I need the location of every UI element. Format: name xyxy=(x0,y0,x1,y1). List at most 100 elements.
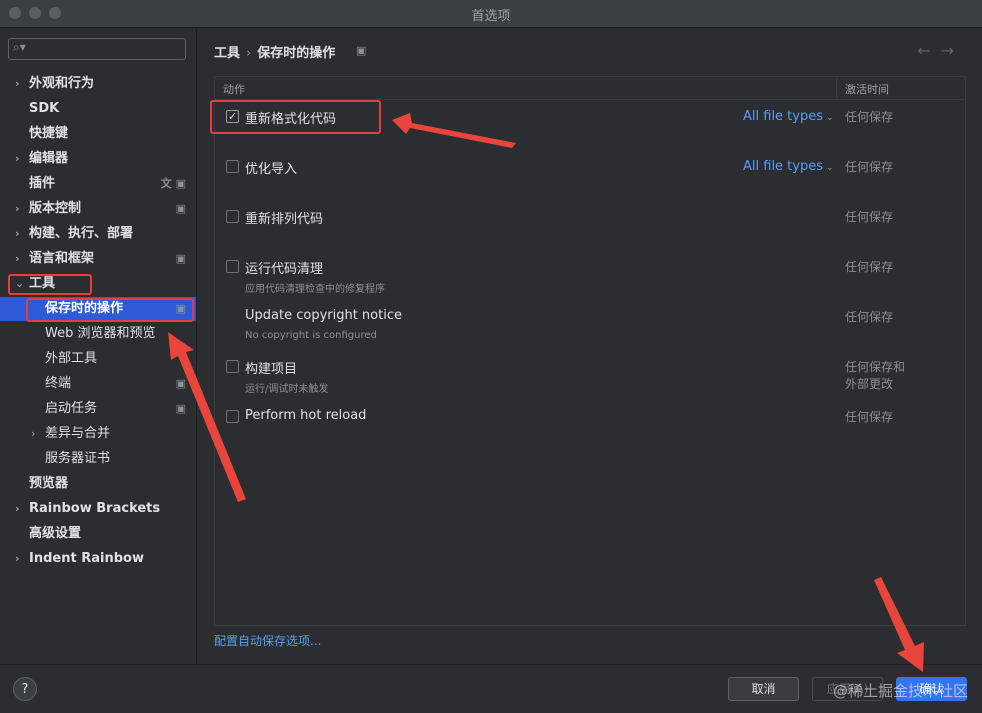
activation-trigger: 任何保存 xyxy=(845,110,894,124)
activation-trigger: 任何保存和 外部更改 xyxy=(845,360,906,391)
sidebar-item-label: 构建、执行、部署 xyxy=(29,226,134,241)
chevron-right-icon[interactable]: › xyxy=(31,422,35,446)
sidebar-item[interactable]: › 编辑器 xyxy=(0,147,196,171)
chevron-right-icon[interactable]: › xyxy=(15,72,20,96)
project-scope-icon: ▣ xyxy=(175,402,186,415)
sidebar-item-label: 外观和行为 xyxy=(29,76,95,91)
breadcrumb-parent[interactable]: 工具 xyxy=(214,46,240,61)
project-scope-icon: ▣ xyxy=(175,377,186,390)
help-button[interactable]: ? xyxy=(13,677,37,701)
file-types-dropdown[interactable]: All file types ⌄ xyxy=(743,109,834,124)
sidebar-item-label: 服务器证书 xyxy=(45,451,111,466)
action-checkbox[interactable] xyxy=(226,160,239,173)
chevron-right-icon[interactable]: › xyxy=(15,147,20,171)
action-name: Perform hot reload xyxy=(245,408,367,423)
back-arrow-icon[interactable]: ← xyxy=(917,41,940,60)
action-name: 重新排列代码 xyxy=(245,212,324,227)
table-row[interactable]: Update copyright notice No copyright is c… xyxy=(215,301,965,351)
annotation-box-reformat xyxy=(210,100,381,134)
sidebar-item[interactable]: 外部工具 xyxy=(0,347,196,371)
breadcrumb-current: 保存时的操作 xyxy=(257,46,336,61)
window-title: 首选项 xyxy=(471,9,511,24)
project-scope-icon: 文 ▣ xyxy=(160,177,186,190)
sidebar-item-label: 版本控制 xyxy=(29,201,82,216)
sidebar-item[interactable]: › 语言和框架 ▣ xyxy=(0,247,196,271)
activation-trigger: 任何保存 xyxy=(845,260,894,274)
sidebar-item[interactable]: › 版本控制 ▣ xyxy=(0,197,196,221)
table-row[interactable]: 重新排列代码 任何保存 xyxy=(215,201,965,251)
action-name: 优化导入 xyxy=(245,162,298,177)
sidebar-item[interactable]: 预览器 xyxy=(0,472,196,496)
sidebar-item-label: 编辑器 xyxy=(29,151,69,166)
annotation-box-actions-on-save xyxy=(26,298,194,322)
sidebar-item[interactable]: › 构建、执行、部署 xyxy=(0,222,196,246)
file-types-dropdown[interactable]: All file types ⌄ xyxy=(743,159,834,174)
table-row[interactable]: Perform hot reload 任何保存 xyxy=(215,401,965,451)
sidebar-item-label: Web 浏览器和预览 xyxy=(45,326,156,341)
annotation-box-tools xyxy=(8,274,92,295)
actions-table: 动作 激活时间 ✓ 重新格式化代码 All file types ⌄ 任何保存 优化导入 A… xyxy=(214,76,966,626)
sidebar-item-label: 高级设置 xyxy=(29,526,82,541)
sidebar-item-label: 差异与合并 xyxy=(45,426,111,441)
sidebar-item[interactable]: SDK xyxy=(0,97,196,121)
title-bar: 首选项 xyxy=(0,0,982,28)
table-row[interactable]: 运行代码清理应用代码清理检查中的修复程序 任何保存 xyxy=(215,251,965,301)
table-header: 动作 激活时间 xyxy=(215,77,965,100)
chevron-right-icon[interactable]: › xyxy=(15,547,20,571)
sidebar-item-label: Indent Rainbow xyxy=(29,551,144,566)
action-description: 应用代码清理检查中的修复程序 xyxy=(245,284,385,295)
sidebar-item[interactable]: 高级设置 xyxy=(0,522,196,546)
action-name: 运行代码清理 xyxy=(245,262,324,277)
sidebar-item[interactable]: › Rainbow Brackets xyxy=(0,497,196,521)
sidebar-item[interactable]: 快捷键 xyxy=(0,122,196,146)
chevron-right-icon[interactable]: › xyxy=(15,247,20,271)
sidebar-item-label: SDK xyxy=(29,101,60,116)
sidebar-item-label: Rainbow Brackets xyxy=(29,501,161,516)
column-divider xyxy=(836,77,837,99)
sidebar-item-label: 插件 xyxy=(29,176,56,191)
table-row[interactable]: 优化导入 All file types ⌄ 任何保存 xyxy=(215,151,965,201)
sidebar-item-label: 终端 xyxy=(45,376,72,391)
sidebar-item[interactable]: › 外观和行为 xyxy=(0,72,196,96)
activation-trigger: 任何保存 xyxy=(845,210,894,224)
chevron-right-icon[interactable]: › xyxy=(15,197,20,221)
sidebar-item-label: 快捷键 xyxy=(29,126,69,141)
action-checkbox[interactable] xyxy=(226,210,239,223)
search-icon: ⌕▾ xyxy=(13,40,26,54)
sidebar-item-label: 启动任务 xyxy=(45,401,98,416)
search-input[interactable]: ⌕▾ xyxy=(8,38,186,60)
chevron-right-icon[interactable]: › xyxy=(15,222,20,246)
configure-autosave-link[interactable]: 配置自动保存选项... xyxy=(214,632,321,649)
sidebar-item[interactable]: 启动任务 ▣ xyxy=(0,397,196,421)
sidebar-item[interactable]: › 差异与合并 xyxy=(0,422,196,446)
project-scope-icon: ▣ xyxy=(175,202,186,215)
breadcrumb: 工具 › 保存时的操作 xyxy=(214,42,335,61)
action-checkbox[interactable] xyxy=(226,260,239,273)
sidebar-item-label: 外部工具 xyxy=(45,351,98,366)
sidebar-item-label: 语言和框架 xyxy=(29,251,95,266)
activation-trigger: 任何保存 xyxy=(845,410,894,424)
sidebar-item[interactable]: 终端 ▣ xyxy=(0,372,196,396)
column-header-trigger: 激活时间 xyxy=(845,83,889,96)
sidebar-item[interactable]: › Indent Rainbow xyxy=(0,547,196,571)
action-description: 运行/调试时未触发 xyxy=(245,384,329,395)
sidebar-item[interactable]: 插件 文 ▣ xyxy=(0,172,196,196)
table-row[interactable]: 构建项目 运行/调试时未触发 任何保存和 外部更改 xyxy=(215,351,965,401)
project-scope-icon: ▣ xyxy=(356,44,367,57)
project-scope-icon: ▣ xyxy=(175,252,186,265)
settings-sidebar: ⌕▾ › 外观和行为 SDK 快捷键 › 编辑器 插件文 ▣ › 版本控制 ▣ › 构建、执行、部署 ›… xyxy=(0,28,197,664)
sidebar-item[interactable]: Web 浏览器和预览 xyxy=(0,322,196,346)
chevron-right-icon[interactable]: › xyxy=(15,497,20,521)
forward-arrow-icon[interactable]: → xyxy=(941,41,964,60)
watermark: @稀土掘金技术社区 xyxy=(832,682,968,700)
action-checkbox[interactable] xyxy=(226,410,239,423)
sidebar-item-label: 预览器 xyxy=(29,476,69,491)
activation-trigger: 任何保存 xyxy=(845,160,894,174)
file-types-label: All file types xyxy=(743,159,823,174)
activation-trigger: 任何保存 xyxy=(845,310,894,324)
sidebar-item[interactable]: 服务器证书 xyxy=(0,447,196,471)
action-name: Update copyright notice xyxy=(245,308,402,323)
cancel-button[interactable]: 取消 xyxy=(728,677,799,701)
action-checkbox[interactable] xyxy=(226,360,239,373)
file-types-label: All file types xyxy=(743,109,823,124)
